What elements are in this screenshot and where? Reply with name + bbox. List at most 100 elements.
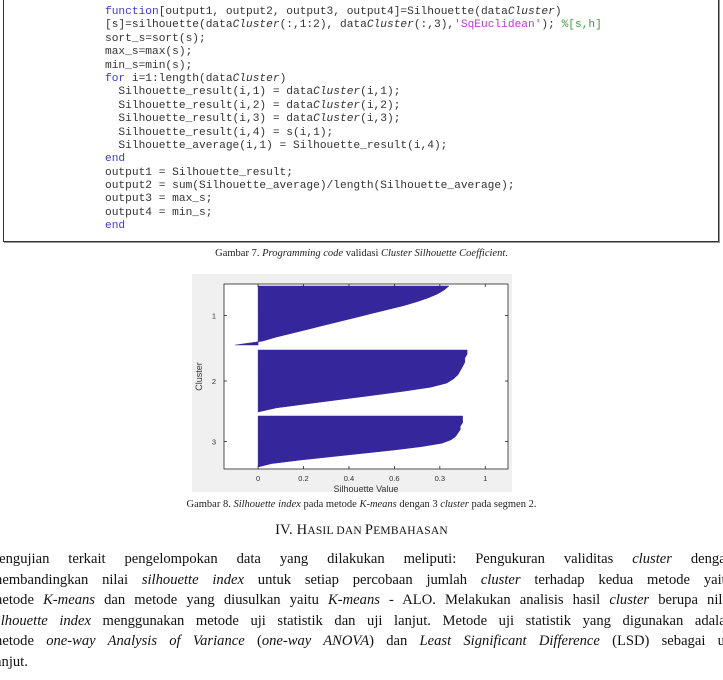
caption-italic: cluster	[440, 499, 469, 510]
code-token: (:,3),	[413, 19, 455, 32]
paragraph-text: lanjut.	[0, 653, 28, 670]
code-line: function[output1, output2, output3, outp…	[105, 6, 602, 19]
paragraph-text: (	[244, 633, 262, 650]
paragraph-text: metode	[0, 633, 34, 650]
code-line: end	[105, 220, 602, 233]
paragraph-text: menggunakan metode uji statistik dan uji…	[90, 612, 723, 629]
heading-smallcaps: EMBAHASAN	[373, 525, 448, 537]
code-line: end	[105, 153, 602, 166]
italic-term: K-means	[328, 592, 380, 609]
paragraph-text: (LSD) sebagai uji	[599, 633, 723, 650]
code-token: max_s=max(s);	[105, 46, 193, 59]
paragraph-text: terhadap kedua metode yaitu	[520, 571, 723, 588]
code-token: Silhouette_average(i,1) = Silhouette_res…	[105, 139, 448, 152]
caption-italic: Programming code	[262, 248, 344, 259]
code-token: (:,1:2), data	[279, 19, 367, 32]
italic-term: one-way ANOVA	[261, 633, 370, 650]
code-line: [s]=silhouette(dataCluster(:,1:2), dataC…	[105, 19, 602, 32]
code-token: Cluster	[507, 6, 555, 18]
silhouette-plot: 0 0.2 0.4 0.6 0.3 1 1 2 3 Silhouette Value Cluster	[194, 283, 509, 492]
italic-term: silhouette index	[141, 571, 244, 588]
code-line: min_s=min(s);	[105, 60, 602, 73]
caption-text: validasi	[343, 248, 381, 259]
y-tick-label: 2	[212, 377, 216, 386]
paragraph-text: ) dan	[369, 633, 420, 650]
y-tick-label: 1	[212, 312, 216, 321]
y-tick-label: 3	[212, 438, 216, 447]
y-axis-label: Cluster	[194, 362, 204, 391]
code-token: Cluster	[313, 86, 361, 99]
code-token: output3 = max_s;	[105, 193, 213, 206]
caption-italic: Cluster Silhouette Coefficient	[381, 248, 506, 259]
code-line: output1 = Silhouette_result;	[105, 167, 602, 180]
italic-term: one-way Analysis of Variance	[46, 633, 245, 650]
code-line: output2 = sum(Silhouette_average)/length…	[105, 180, 602, 193]
code-line: output4 = min_s;	[105, 207, 602, 220]
paragraph-line: metode K-means dan metode yang diusulkan…	[0, 590, 723, 611]
code-token: (i,1);	[360, 86, 401, 99]
heading-smallcaps: ASIL	[307, 525, 334, 537]
x-tick-label: 0.3	[435, 474, 445, 483]
code-line: for i=1:length(dataCluster)	[105, 73, 602, 86]
code-keyword: function	[105, 6, 159, 18]
code-listing-box: function[output1, output2, output3, outp…	[3, 0, 719, 242]
section-numeral: IV.	[275, 522, 297, 538]
italic-term: cluster	[480, 571, 521, 588]
paragraph-text: untuk setiap percobaan jumlah	[243, 571, 481, 588]
caption-italic: K-means	[359, 499, 397, 510]
x-axis-label: Silhouette Value	[334, 484, 399, 492]
paragraph-text: berupa nilai	[658, 592, 723, 609]
paragraph-text: metode	[0, 592, 34, 609]
code-line: Silhouette_result(i,1) = dataCluster(i,1…	[105, 86, 602, 99]
paragraph-text: dan metode yang diusulkan yaitu	[94, 592, 329, 609]
code-token: Silhouette_result(i,3) = data	[105, 113, 314, 126]
code-line: Silhouette_result(i,2) = dataCluster(i,2…	[105, 100, 602, 113]
caption-text: pada metode	[300, 499, 360, 510]
paragraph-line: metode one-way Analysis of Variance (one…	[0, 631, 723, 652]
code-token: Cluster	[313, 99, 361, 112]
heading-letter: P	[364, 522, 374, 538]
caption-text: .	[505, 248, 508, 259]
code-line: output3 = max_s;	[105, 193, 602, 206]
code-comment: %[s,h]	[561, 19, 602, 32]
italic-term: cluster	[609, 592, 650, 609]
x-tick-label: 0.2	[298, 474, 308, 483]
body-paragraph: Pengujian terkait pengelompokan data yan…	[0, 549, 723, 673]
code-token: Silhouette_result(i,4) = s(i,1);	[105, 126, 334, 139]
code-token: Cluster	[313, 113, 361, 126]
figure-8-caption: Gambar 8. Silhouette index pada metode K…	[0, 499, 723, 510]
caption-text: dengan 3	[396, 499, 441, 510]
italic-term: Least Significant Difference	[419, 633, 600, 650]
italic-term: cluster	[632, 551, 672, 567]
code-token: )	[279, 72, 287, 85]
code-token: output4 = min_s;	[105, 206, 213, 219]
code-line: max_s=max(s);	[105, 46, 602, 59]
figure-7-caption: Gambar 7. Programming code validasi Clus…	[0, 248, 723, 259]
code-token: Cluster	[232, 19, 280, 32]
x-tick-label: 0	[256, 474, 260, 483]
italic-term: K-means	[43, 592, 95, 609]
code-keyword: for	[105, 72, 126, 85]
code-token: sort_s=sort(s);	[105, 32, 206, 45]
paragraph-line: membandingkan nilai silhouette index unt…	[0, 570, 723, 591]
paragraph-line: lanjut.	[0, 652, 723, 673]
code-token: )	[554, 6, 562, 18]
x-tick-label: 0.4	[344, 474, 354, 483]
code-token: [output1, output2, output3, output4]=Sil…	[158, 6, 508, 18]
code-token: Cluster	[232, 72, 280, 85]
caption-italic: Silhouette index	[233, 499, 301, 510]
code-line: Silhouette_average(i,1) = Silhouette_res…	[105, 140, 602, 153]
silhouette-plot-figure: 0 0.2 0.4 0.6 0.3 1 1 2 3 Silhouette Value Cluster	[192, 274, 512, 492]
paragraph-text: - ALO. Melakukan analisis hasil	[379, 592, 610, 609]
code-line: sort_s=sort(s);	[105, 33, 602, 46]
italic-term: silhouette index	[0, 612, 91, 629]
paragraph-text: membandingkan nilai	[0, 571, 142, 588]
code-keyword: end	[105, 153, 126, 166]
caption-text: Gambar 7.	[215, 248, 263, 259]
code-line: Silhouette_result(i,3) = dataCluster(i,3…	[105, 113, 602, 126]
heading-letter: H	[296, 522, 308, 538]
heading-smallcaps: DAN	[333, 525, 365, 537]
x-tick-label: 1	[483, 474, 487, 483]
code-token: Silhouette_result(i,2) = data	[105, 99, 314, 112]
paragraph-line: silhouette index menggunakan metode uji …	[0, 611, 723, 632]
